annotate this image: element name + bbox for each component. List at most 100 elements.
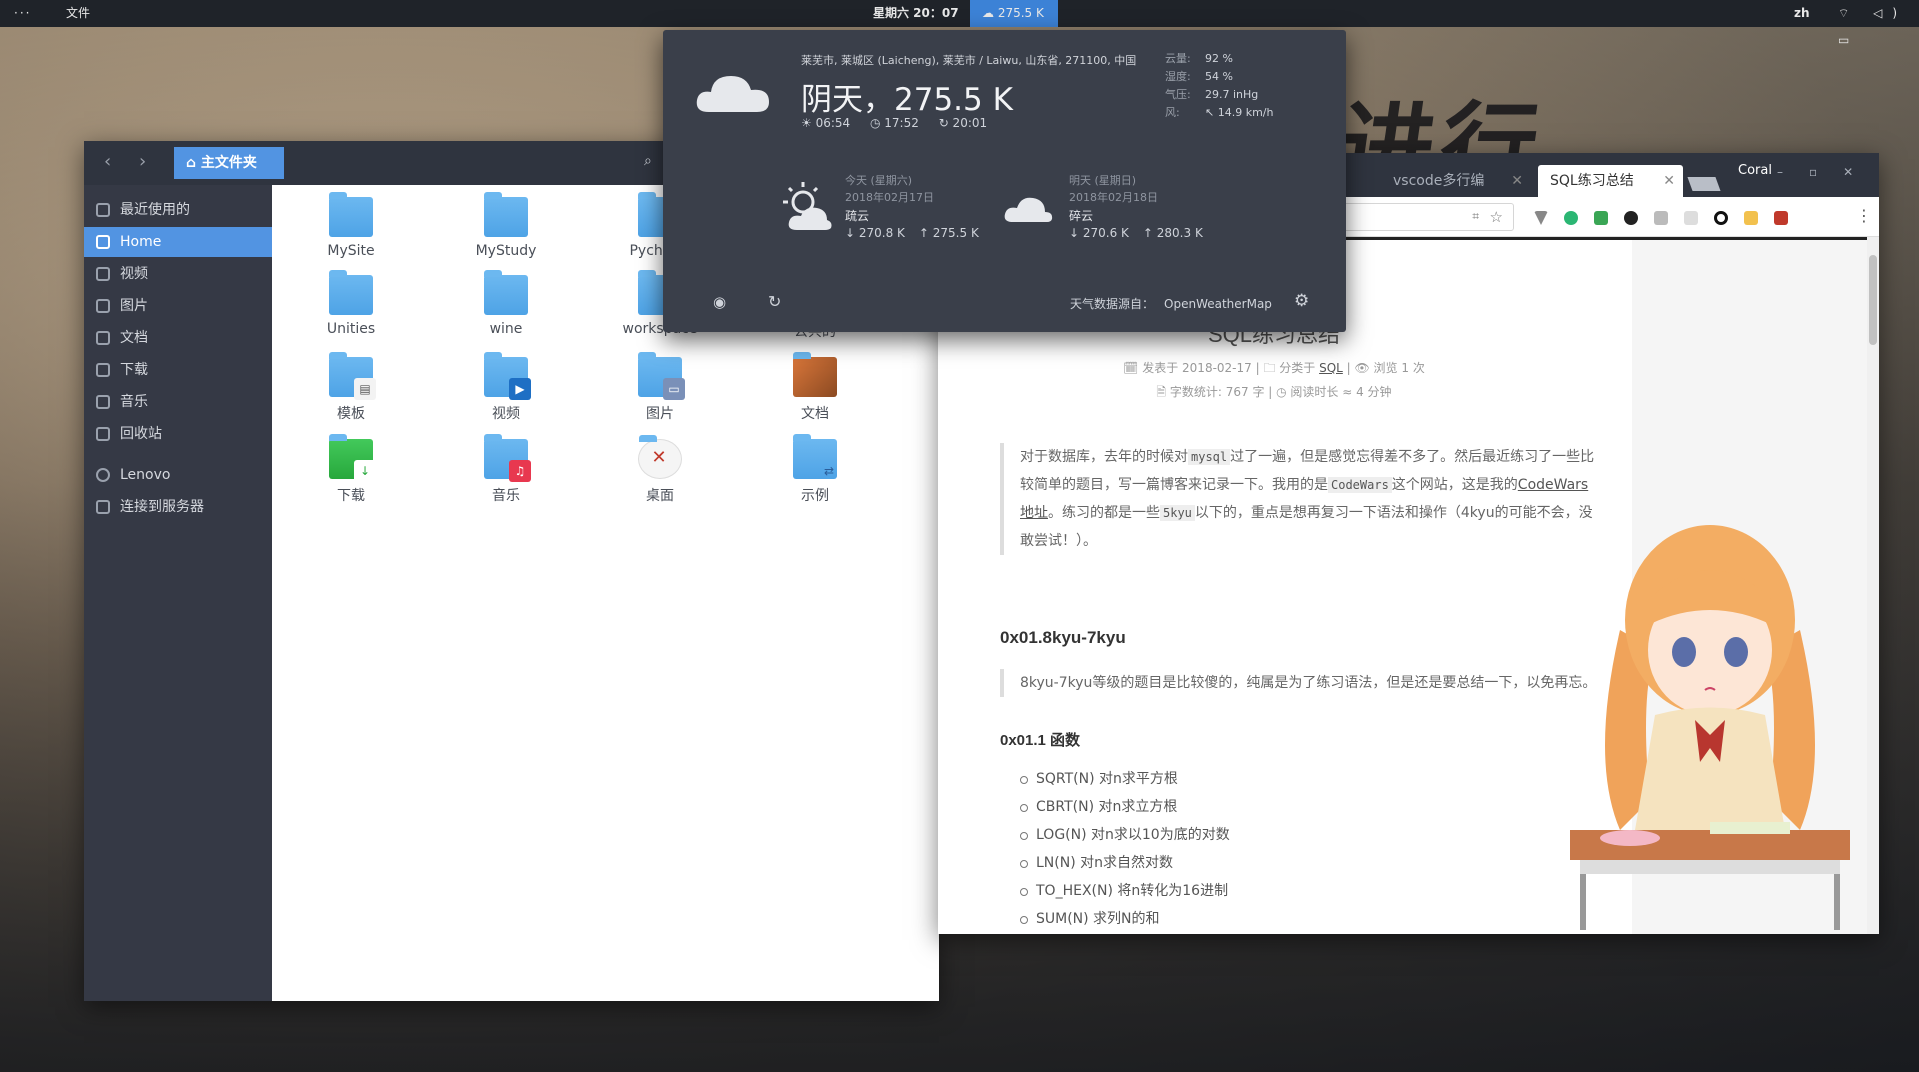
sidebar-item-documents[interactable]: 文档 xyxy=(84,323,272,353)
sidebar-item-music[interactable]: 音乐 xyxy=(84,387,272,417)
meta-views: | 👁 浏览 1 次 xyxy=(1342,361,1425,375)
sidebar-item-label: 连接到服务器 xyxy=(120,499,204,515)
translate-icon[interactable]: ⌗ xyxy=(1472,209,1479,224)
bookmark-star-icon[interactable]: ☆ xyxy=(1490,208,1503,226)
clock[interactable]: 星期六 20：07 xyxy=(873,0,959,27)
system-tray-icons[interactable]: ⌔ ◁) ▭ xyxy=(1838,0,1919,47)
desktop-folder-icon: ✕ xyxy=(638,435,682,479)
page-scrollbar[interactable] xyxy=(1867,237,1879,934)
list-item: TO_HEX(N) 将n转化为16进制 xyxy=(1020,877,1230,905)
extension-icon[interactable] xyxy=(1774,211,1788,225)
file-item[interactable]: MySite xyxy=(291,192,411,259)
tab-vscode[interactable]: vscode多行编 ✕ xyxy=(1381,165,1531,197)
gear-icon[interactable]: ⚙ xyxy=(1294,291,1309,311)
category-link[interactable]: SQL xyxy=(1319,361,1343,375)
file-name: MyStudy xyxy=(475,243,537,259)
stat-row: 气压: 29.7 inHg xyxy=(1165,86,1273,104)
forward-button[interactable]: › xyxy=(139,151,146,172)
file-item[interactable]: ✕ 桌面 xyxy=(600,435,720,505)
inline-code: mysql xyxy=(1188,449,1231,465)
sidebar: 最近使用的 Home 视频 图片 文档 下载 音乐 回收站 Lenovo 连接到… xyxy=(84,185,272,1001)
inline-code: CodeWars xyxy=(1328,477,1392,493)
temp-high: ↑ 280.3 K xyxy=(1142,226,1203,240)
section-heading: 0x01.8kyu-7kyu xyxy=(1000,628,1126,647)
extension-icon[interactable] xyxy=(1534,211,1548,225)
file-name: 模板 xyxy=(337,406,365,422)
file-item[interactable]: Unities xyxy=(291,270,411,337)
refresh-icon[interactable]: ↻ xyxy=(768,292,781,311)
sidebar-item-videos[interactable]: 视频 xyxy=(84,259,272,289)
sidebar-item-trash[interactable]: 回收站 xyxy=(84,419,272,449)
close-icon[interactable]: ✕ xyxy=(1511,165,1523,197)
forecast-tomorrow: 明天 (星期日) 2018年02月18日 碎云 ↓ 270.6 K ↑ 280.3… xyxy=(1069,172,1217,242)
folder-icon xyxy=(329,270,373,315)
extension-icon[interactable] xyxy=(1564,211,1578,225)
forecast-day: 明天 (星期日) xyxy=(1069,174,1137,187)
locate-icon[interactable]: ◉ xyxy=(713,293,726,311)
sidebar-item-lenovo[interactable]: Lenovo xyxy=(84,460,272,490)
file-name: wine xyxy=(489,321,523,337)
forecast-date: 2018年02月17日 xyxy=(845,191,934,204)
sidebar-item-downloads[interactable]: 下载 xyxy=(84,355,272,385)
stat-key: 湿度: xyxy=(1165,70,1191,83)
file-item[interactable]: 文档 xyxy=(755,352,875,423)
sidebar-item-connect-server[interactable]: 连接到服务器 xyxy=(84,492,272,522)
list-item: LN(N) 对n求自然对数 xyxy=(1020,849,1230,877)
weather-current: 阴天，275.5 K xyxy=(801,82,1013,118)
file-item[interactable]: MyStudy xyxy=(446,192,566,259)
new-tab-button[interactable] xyxy=(1687,177,1721,191)
post-meta-2: 🗎 字数统计: 767 字 | ◷ 阅读时长 ≈ 4 分钟 xyxy=(1156,385,1392,399)
sun-times: ☀ 06:54 ◷ 17:52 ↻ 20:01 xyxy=(801,116,1003,130)
live2d-mascot[interactable] xyxy=(1560,500,1860,930)
file-item[interactable]: wine xyxy=(446,270,566,337)
shield-icon[interactable] xyxy=(1594,211,1608,225)
video-icon xyxy=(96,267,110,281)
breadcrumb-home[interactable]: ⌂ 主文件夹 xyxy=(174,147,284,179)
file-item[interactable]: ▶ 视频 xyxy=(446,352,566,423)
clock-icon xyxy=(96,203,110,217)
app-menu[interactable]: 文件 xyxy=(66,0,90,27)
list-item: SUM(N) 求列N的和 xyxy=(1020,905,1230,933)
folder-icon xyxy=(329,192,373,237)
forecast-condition: 碎云 xyxy=(1069,209,1094,223)
file-item[interactable]: ♫ 音乐 xyxy=(446,434,566,505)
close-icon[interactable]: ✕ xyxy=(1663,165,1675,197)
videos-folder-icon: ▶ xyxy=(484,352,531,400)
partly-cloudy-icon xyxy=(783,182,832,230)
stat-value: 29.7 inHg xyxy=(1205,88,1259,101)
pictures-folder-icon: ▭ xyxy=(638,352,685,400)
extension-icon[interactable] xyxy=(1684,211,1698,225)
temp-low: ↓ 270.6 K xyxy=(1069,226,1129,240)
source-link[interactable]: OpenWeatherMap xyxy=(1164,297,1272,311)
stat-row: 湿度: 54 % xyxy=(1165,68,1273,86)
maximize-button[interactable]: ▫ xyxy=(1809,165,1829,179)
extension-icon[interactable] xyxy=(1744,211,1758,225)
extension-icon[interactable] xyxy=(1714,211,1728,225)
file-item[interactable]: ▤ 模板 xyxy=(291,352,411,423)
input-method-indicator[interactable]: zh xyxy=(1794,0,1810,27)
sidebar-item-pictures[interactable]: 图片 xyxy=(84,291,272,321)
scrollbar-thumb[interactable] xyxy=(1869,255,1877,345)
server-icon xyxy=(96,500,110,514)
activities-button[interactable]: ··· xyxy=(14,0,31,27)
sidebar-item-home[interactable]: Home xyxy=(84,227,272,257)
minimize-button[interactable]: – xyxy=(1777,165,1795,179)
file-item[interactable]: ⇄ 示例 xyxy=(755,434,875,505)
browser-menu-icon[interactable]: ⋮ xyxy=(1856,206,1872,225)
weather-indicator[interactable]: ☁ 275.5 K xyxy=(970,0,1058,27)
sidebar-item-label: 视频 xyxy=(120,266,148,282)
search-icon[interactable]: ⌕ xyxy=(644,153,652,169)
inline-code: 5kyu xyxy=(1160,505,1195,521)
sidebar-item-recent[interactable]: 最近使用的 xyxy=(84,195,272,225)
file-name: MySite xyxy=(327,243,375,259)
tab-sql[interactable]: SQL练习总结 ✕ xyxy=(1538,165,1683,197)
extension-icon[interactable] xyxy=(1654,211,1668,225)
file-name: 文档 xyxy=(801,406,829,422)
day-length: ◷ 17:52 xyxy=(869,116,919,130)
close-window-button[interactable]: ✕ xyxy=(1843,165,1865,179)
file-item[interactable]: ▭ 图片 xyxy=(600,352,720,423)
back-button[interactable]: ‹ xyxy=(104,151,111,172)
extension-icon[interactable] xyxy=(1624,211,1638,225)
file-item[interactable]: ↓ 下载 xyxy=(291,434,411,505)
stat-key: 风: xyxy=(1165,106,1180,119)
